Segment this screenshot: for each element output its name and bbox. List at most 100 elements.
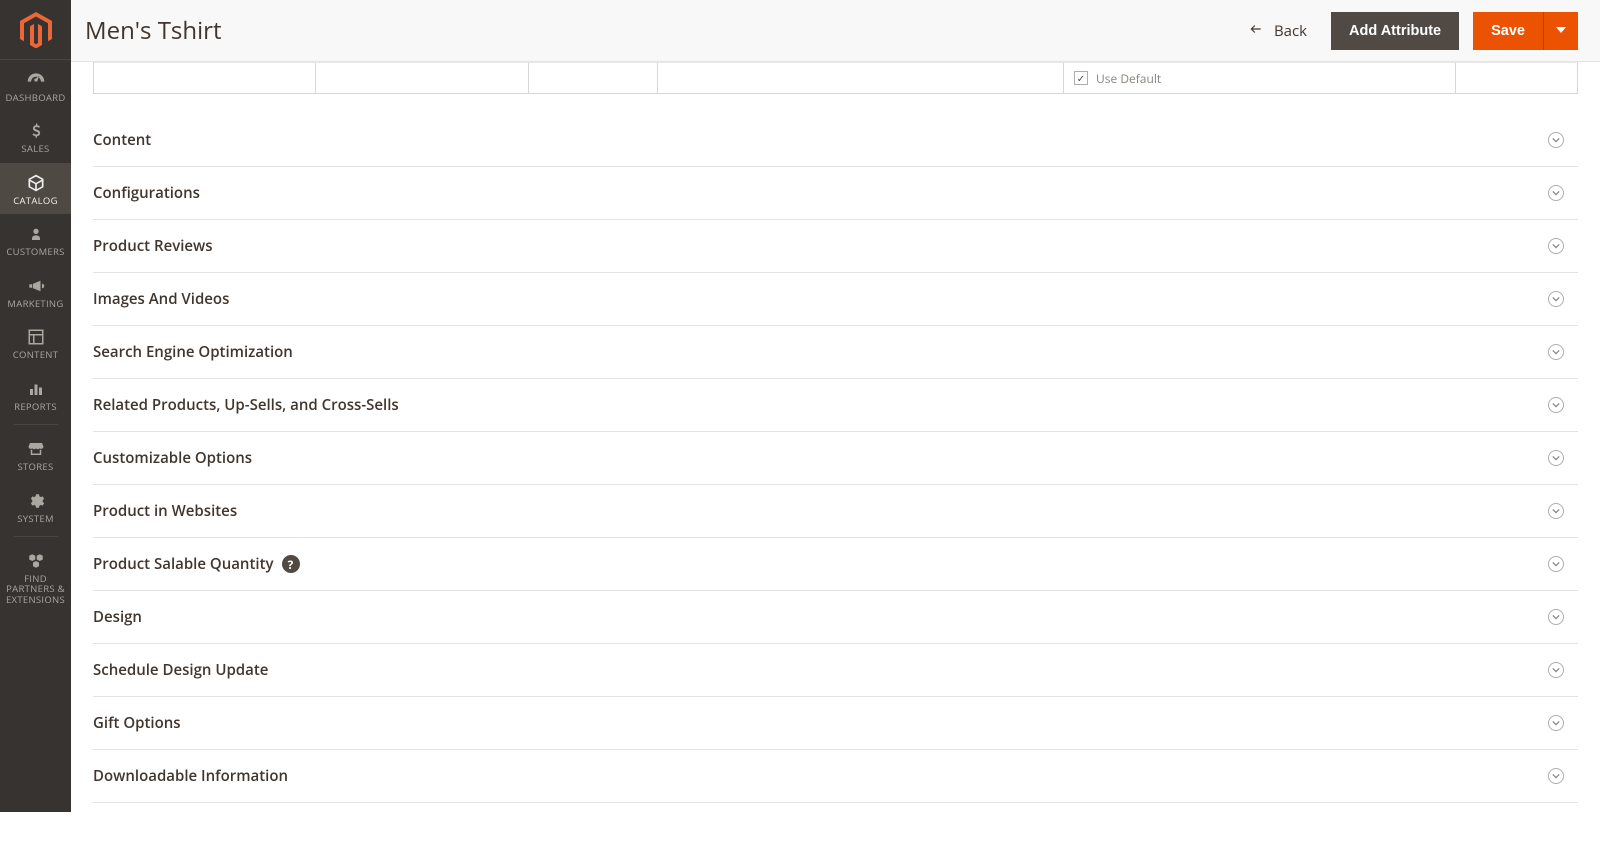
nav-label: MARKETING bbox=[7, 299, 63, 309]
nav-partners[interactable]: FIND PARTNERS & EXTENSIONS bbox=[0, 541, 71, 613]
section-title: Product Salable Quantity? bbox=[93, 554, 300, 574]
section-title-text: Search Engine Optimization bbox=[93, 342, 293, 362]
nav-reports[interactable]: REPORTS bbox=[0, 369, 71, 420]
nav-system[interactable]: SYSTEM bbox=[0, 481, 71, 532]
cube-icon bbox=[26, 173, 46, 193]
nav-label: SYSTEM bbox=[17, 514, 54, 524]
section-gift-options[interactable]: Gift Options bbox=[93, 697, 1578, 750]
nav-catalog[interactable]: CATALOG bbox=[0, 163, 71, 214]
content-area: Use Default Content Configurations Product… bbox=[71, 62, 1600, 843]
section-product-in-websites[interactable]: Product in Websites bbox=[93, 485, 1578, 538]
chevron-down-icon[interactable] bbox=[1548, 397, 1564, 413]
section-design[interactable]: Design bbox=[93, 591, 1578, 644]
chevron-down-icon[interactable] bbox=[1548, 556, 1564, 572]
section-configurations[interactable]: Configurations bbox=[93, 167, 1578, 220]
section-related-products-up-sells-and-cross-sells[interactable]: Related Products, Up-Sells, and Cross-Se… bbox=[93, 379, 1578, 432]
save-button-group: Save bbox=[1473, 12, 1578, 50]
section-product-salable-quantity[interactable]: Product Salable Quantity? bbox=[93, 538, 1578, 591]
storefront-icon bbox=[26, 439, 46, 459]
use-default-label: Use Default bbox=[1096, 70, 1161, 87]
section-customizable-options[interactable]: Customizable Options bbox=[93, 432, 1578, 485]
chevron-down-icon[interactable] bbox=[1548, 291, 1564, 307]
bars-icon bbox=[26, 379, 46, 399]
nav-customers[interactable]: CUSTOMERS bbox=[0, 214, 71, 265]
grid-cell bbox=[529, 63, 658, 93]
section-title: Related Products, Up-Sells, and Cross-Se… bbox=[93, 395, 399, 415]
chevron-down-icon[interactable] bbox=[1548, 185, 1564, 201]
chevron-down-icon[interactable] bbox=[1548, 768, 1564, 784]
section-title: Content bbox=[93, 130, 151, 150]
save-dropdown-toggle[interactable] bbox=[1544, 12, 1578, 50]
nav-label: CATALOG bbox=[13, 196, 58, 206]
nav-label: STORES bbox=[18, 462, 54, 472]
save-button[interactable]: Save bbox=[1473, 12, 1544, 50]
magento-logo[interactable] bbox=[0, 0, 71, 60]
nav-label: REPORTS bbox=[14, 402, 57, 412]
add-attribute-button[interactable]: Add Attribute bbox=[1331, 12, 1459, 50]
section-title-text: Product Reviews bbox=[93, 236, 213, 256]
section-product-reviews[interactable]: Product Reviews bbox=[93, 220, 1578, 273]
person-icon bbox=[26, 224, 46, 244]
section-content[interactable]: Content bbox=[93, 114, 1578, 167]
nav-marketing[interactable]: MARKETING bbox=[0, 266, 71, 317]
section-title-text: Gift Options bbox=[93, 713, 181, 733]
grid-cell bbox=[1456, 63, 1577, 93]
gear-icon bbox=[26, 491, 46, 511]
boxes-icon bbox=[26, 551, 46, 571]
nav-sales[interactable]: SALES bbox=[0, 111, 71, 162]
section-title: Customizable Options bbox=[93, 448, 252, 468]
gauge-icon bbox=[26, 70, 46, 90]
section-title: Schedule Design Update bbox=[93, 660, 268, 680]
nav-label: CONTENT bbox=[13, 350, 59, 360]
page-title: Men's Tshirt bbox=[85, 14, 1238, 47]
chevron-down-icon[interactable] bbox=[1548, 344, 1564, 360]
section-title: Design bbox=[93, 607, 142, 627]
caret-down-icon bbox=[1556, 23, 1566, 39]
grid-cell bbox=[316, 63, 529, 93]
chevron-down-icon[interactable] bbox=[1548, 662, 1564, 678]
nav-label: CUSTOMERS bbox=[6, 247, 64, 257]
section-search-engine-optimization[interactable]: Search Engine Optimization bbox=[93, 326, 1578, 379]
sections-container: Content Configurations Product Reviews Imag… bbox=[93, 114, 1578, 803]
chevron-down-icon[interactable] bbox=[1548, 609, 1564, 625]
nav-divider bbox=[14, 424, 58, 425]
nav-stores[interactable]: STORES bbox=[0, 429, 71, 480]
nav-content[interactable]: CONTENT bbox=[0, 317, 71, 368]
section-title: Search Engine Optimization bbox=[93, 342, 293, 362]
section-title: Downloadable Information bbox=[93, 766, 288, 786]
chevron-down-icon[interactable] bbox=[1548, 715, 1564, 731]
use-default-checkbox[interactable] bbox=[1074, 71, 1088, 85]
section-title-text: Downloadable Information bbox=[93, 766, 288, 786]
section-schedule-design-update[interactable]: Schedule Design Update bbox=[93, 644, 1578, 697]
nav-label: FIND PARTNERS & EXTENSIONS bbox=[2, 574, 69, 605]
section-title: Product in Websites bbox=[93, 501, 237, 521]
chevron-down-icon[interactable] bbox=[1548, 450, 1564, 466]
grid-cell bbox=[658, 63, 1064, 93]
admin-sidebar: DASHBOARD SALES CATALOG CUSTOMERS MARKET… bbox=[0, 0, 71, 812]
nav-label: DASHBOARD bbox=[5, 93, 65, 103]
chevron-down-icon[interactable] bbox=[1548, 132, 1564, 148]
magento-logo-icon bbox=[20, 12, 52, 48]
section-title-text: Configurations bbox=[93, 183, 200, 203]
sources-grid-remnant: Use Default bbox=[93, 62, 1578, 94]
back-button[interactable]: Back bbox=[1238, 15, 1317, 47]
back-label: Back bbox=[1274, 21, 1307, 41]
help-icon[interactable]: ? bbox=[282, 555, 300, 573]
section-title-text: Images And Videos bbox=[93, 289, 229, 309]
page-header: Men's Tshirt Back Add Attribute Save bbox=[71, 0, 1600, 62]
nav-label: SALES bbox=[21, 144, 49, 154]
megaphone-icon bbox=[26, 276, 46, 296]
layout-icon bbox=[26, 327, 46, 347]
dollar-icon bbox=[26, 121, 46, 141]
section-title: Images And Videos bbox=[93, 289, 229, 309]
section-title-text: Product in Websites bbox=[93, 501, 237, 521]
section-images-and-videos[interactable]: Images And Videos bbox=[93, 273, 1578, 326]
section-title: Product Reviews bbox=[93, 236, 213, 256]
chevron-down-icon[interactable] bbox=[1548, 238, 1564, 254]
section-title-text: Content bbox=[93, 130, 151, 150]
use-default-cell: Use Default bbox=[1064, 63, 1456, 93]
chevron-down-icon[interactable] bbox=[1548, 503, 1564, 519]
header-actions: Back Add Attribute Save bbox=[1238, 12, 1578, 50]
nav-dashboard[interactable]: DASHBOARD bbox=[0, 60, 71, 111]
section-downloadable-information[interactable]: Downloadable Information bbox=[93, 750, 1578, 803]
